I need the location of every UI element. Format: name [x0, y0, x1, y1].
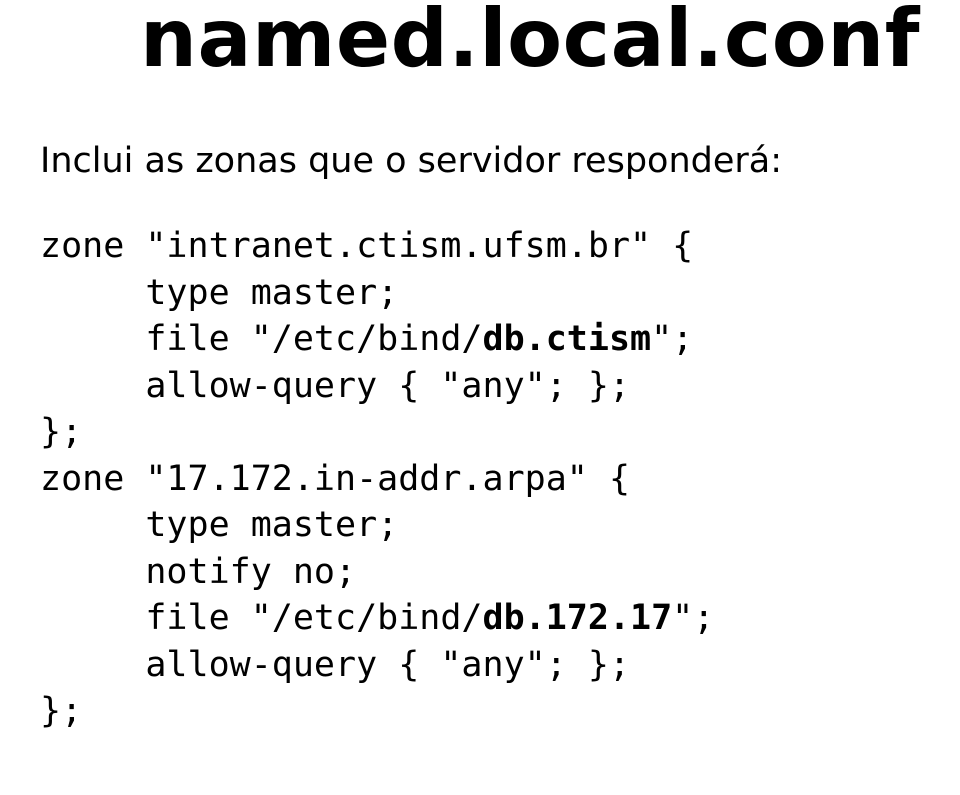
code-line: allow-query { "any"; }; — [40, 645, 630, 685]
code-line-part: "; — [672, 598, 714, 638]
code-line-part: "; — [651, 319, 693, 359]
document-page: named.local.conf Inclui as zonas que o s… — [0, 0, 960, 787]
code-line: type master; — [40, 273, 398, 313]
code-line: type master; — [40, 505, 398, 545]
code-line: allow-query { "any"; }; — [40, 366, 630, 406]
code-bold: db.ctism — [483, 319, 652, 359]
code-line: zone "17.172.in-addr.arpa" { — [40, 459, 630, 499]
code-block: zone "intranet.ctism.ufsm.br" { type mas… — [40, 223, 920, 735]
code-line: }; — [40, 691, 82, 731]
code-line: }; — [40, 412, 82, 452]
code-line-part: file "/etc/bind/ — [40, 598, 483, 638]
page-title: named.local.conf — [40, 0, 920, 85]
code-line: zone "intranet.ctism.ufsm.br" { — [40, 226, 693, 266]
code-bold: db.172.17 — [483, 598, 673, 638]
intro-text: Inclui as zonas que o servidor responder… — [40, 141, 920, 181]
code-line-part: file "/etc/bind/ — [40, 319, 483, 359]
code-line: notify no; — [40, 552, 356, 592]
